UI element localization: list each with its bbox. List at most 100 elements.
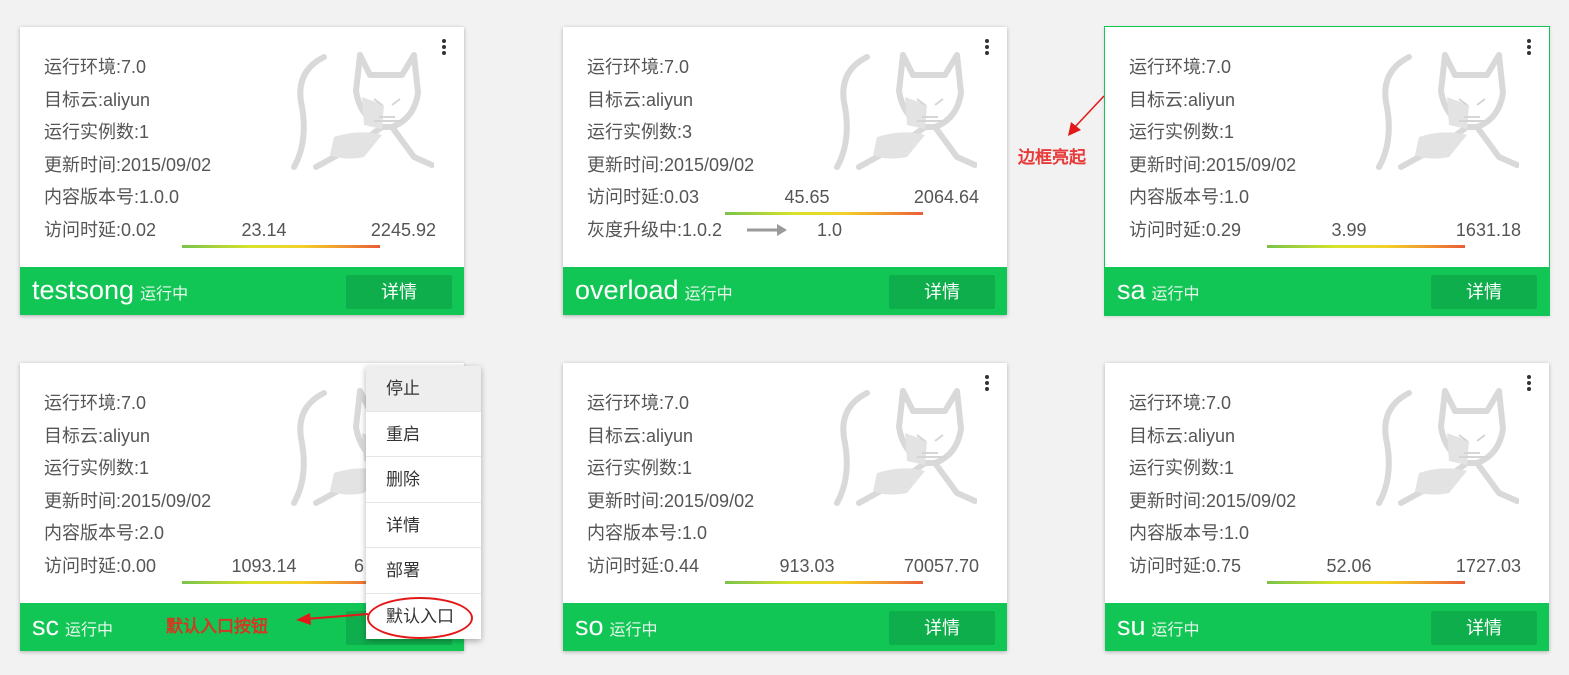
version-text: 内容版本号:1.0.0 (44, 187, 180, 208)
latency-mid-value: 52.06 (1326, 555, 1372, 576)
menu-item-stop[interactable]: 停止 (366, 366, 481, 412)
latency-gradient (1267, 244, 1465, 248)
app-name-text: su (1117, 611, 1146, 641)
card-info: 运行环境:7.0 目标云:aliyun 运行实例数:3 更新时间:2015/09… (587, 55, 979, 251)
arrow-to-highlight-card (1073, 95, 1105, 129)
env-text: 运行环境:7.0 (1129, 393, 1232, 413)
latency-max-value: 1727.03 (1455, 555, 1521, 576)
latency-row: 访问时延:0.44 913.03 70057.70 (587, 554, 979, 587)
latency-gradient (725, 212, 923, 216)
detail-button[interactable]: 详情 (1431, 611, 1537, 645)
app-name: sa 运行中 (1117, 275, 1200, 310)
latency-mid-value: 1093.14 (231, 555, 297, 576)
app-name-text: so (575, 611, 604, 641)
app-name: overload 运行中 (575, 275, 733, 310)
detail-button[interactable]: 详情 (346, 275, 452, 309)
menu-item-detail[interactable]: 详情 (366, 503, 481, 548)
arrow-right-icon (747, 223, 787, 236)
card-info: 运行环境:7.0 目标云:aliyun 运行实例数:1 更新时间:2015/09… (587, 391, 979, 587)
latency-bar: 913.03 70057.70 (725, 554, 979, 584)
card-info: 运行环境:7.0 目标云:aliyun 运行实例数:1 更新时间:2015/09… (44, 55, 436, 251)
app-name: su 运行中 (1117, 611, 1200, 646)
cloud-text: 目标云:aliyun (587, 89, 694, 110)
version-text: 内容版本号:1.0 (1129, 523, 1250, 544)
more-options-icon[interactable] (1523, 375, 1535, 393)
card-footer: su 运行中 详情 (1105, 603, 1549, 651)
app-name-text: sa (1117, 275, 1146, 305)
more-options-icon[interactable] (1523, 39, 1535, 57)
menu-item-deploy[interactable]: 部署 (366, 548, 481, 594)
more-options-icon[interactable] (438, 39, 450, 57)
card-info: 运行环境:7.0 目标云:aliyun 运行实例数:1 更新时间:2015/09… (44, 391, 380, 587)
app-state: 运行中 (684, 286, 733, 303)
app-name-text: overload (575, 275, 679, 305)
latency-bar: 23.14 2245.92 (182, 218, 436, 248)
latency-bar: 3.99 1631.18 (1267, 218, 1521, 248)
app-name: so 运行中 (575, 611, 658, 646)
app-name-text: testsong (32, 275, 135, 305)
env-text: 运行环境:7.0 (1129, 57, 1232, 77)
latency-text: 访问时延:0.44 (587, 555, 700, 576)
latency-gradient (182, 580, 380, 584)
app-name: testsong 运行中 (32, 275, 188, 310)
menu-item-delete[interactable]: 删除 (366, 457, 481, 503)
card-footer: overload 运行中 详情 (563, 267, 1007, 315)
env-text: 运行环境:7.0 (44, 57, 147, 77)
latency-row: 访问时延:0.00 1093.14 6 (44, 554, 380, 587)
card-footer: sa 运行中 详情 (1105, 267, 1549, 315)
cloud-text: 目标云:aliyun (44, 89, 151, 110)
more-options-icon[interactable] (981, 39, 993, 57)
annotation-default-entry-button: 默认入口按钮 (166, 617, 268, 636)
cloud-text: 目标云:aliyun (1129, 425, 1236, 446)
default-entry-highlight-ellipse (367, 597, 473, 639)
latency-mid-value: 23.14 (241, 219, 287, 240)
app-card-sa[interactable]: 运行环境:7.0 目标云:aliyun 运行实例数:1 更新时间:2015/09… (1104, 26, 1550, 316)
arrow-to-highlight-card-head (1068, 122, 1081, 136)
update-time-text: 更新时间:2015/09/02 (44, 490, 212, 511)
app-card-overload[interactable]: 运行环境:7.0 目标云:aliyun 运行实例数:3 更新时间:2015/09… (563, 27, 1007, 315)
latency-text: 访问时延:0.75 (1129, 555, 1242, 576)
menu-item-restart[interactable]: 重启 (366, 412, 481, 457)
latency-max-value: 2245.92 (370, 219, 436, 240)
latency-mid-value: 45.65 (784, 187, 830, 208)
latency-row: 访问时延:0.75 52.06 1727.03 (1129, 554, 1521, 587)
latency-text: 访问时延:0.00 (44, 555, 157, 576)
app-state: 运行中 (1151, 286, 1200, 303)
app-card-testsong[interactable]: 运行环境:7.0 目标云:aliyun 运行实例数:1 更新时间:2015/09… (20, 27, 464, 315)
instances-text: 运行实例数:1 (1129, 122, 1235, 143)
card-info: 运行环境:7.0 目标云:aliyun 运行实例数:1 更新时间:2015/09… (1129, 391, 1521, 587)
detail-button[interactable]: 详情 (1431, 275, 1537, 309)
update-time-text: 更新时间:2015/09/02 (44, 154, 212, 175)
card-footer: testsong 运行中 详情 (20, 267, 464, 315)
tomcat-logo-icon (291, 52, 434, 170)
app-state: 运行中 (140, 286, 189, 303)
card-footer: so 运行中 详情 (563, 603, 1007, 651)
instances-text: 运行实例数:1 (44, 458, 150, 479)
tomcat-logo-icon (1376, 388, 1519, 506)
instances-text: 运行实例数:1 (1129, 458, 1235, 479)
env-text: 运行环境:7.0 (44, 393, 147, 413)
card-info: 运行环境:7.0 目标云:aliyun 运行实例数:1 更新时间:2015/09… (1129, 55, 1521, 251)
latency-mid-value: 913.03 (779, 555, 835, 576)
app-state: 运行中 (609, 622, 658, 639)
app-grid: 运行环境:7.0 目标云:aliyun 运行实例数:1 更新时间:2015/09… (0, 0, 1569, 675)
update-time-text: 更新时间:2015/09/02 (1129, 154, 1297, 175)
app-name-text: sc (32, 611, 59, 641)
latency-max-value: 70057.70 (903, 555, 979, 576)
latency-text: 访问时延:0.29 (1129, 219, 1242, 240)
cloud-text: 目标云:aliyun (1129, 89, 1236, 110)
instances-text: 运行实例数:1 (44, 122, 150, 143)
latency-max-value: 6 (354, 555, 365, 576)
annotation-border-highlight: 边框亮起 (1018, 148, 1086, 167)
detail-button[interactable]: 详情 (889, 611, 995, 645)
app-card-su[interactable]: 运行环境:7.0 目标云:aliyun 运行实例数:1 更新时间:2015/09… (1105, 363, 1549, 651)
detail-button[interactable]: 详情 (889, 275, 995, 309)
app-card-so[interactable]: 运行环境:7.0 目标云:aliyun 运行实例数:1 更新时间:2015/09… (563, 363, 1007, 651)
app-name: sc 运行中 (32, 611, 113, 646)
tomcat-logo-icon (1376, 52, 1519, 170)
app-state: 运行中 (65, 622, 114, 639)
upgrade-row: 灰度升级中:1.0.2 1.0 (587, 218, 842, 251)
more-options-icon[interactable] (981, 375, 993, 393)
latency-bar: 52.06 1727.03 (1267, 554, 1521, 584)
instances-text: 运行实例数:3 (587, 122, 693, 143)
